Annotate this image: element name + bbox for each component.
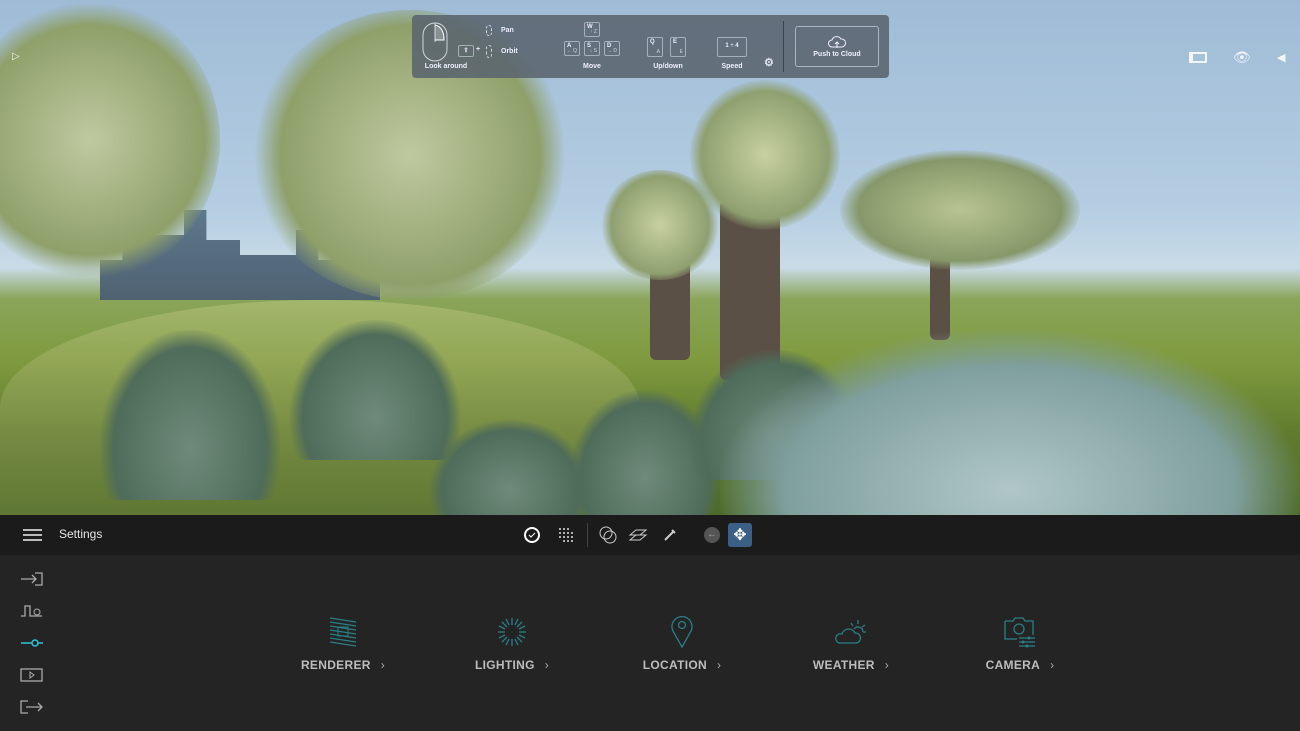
bush xyxy=(430,420,590,515)
move-tool-button[interactable]: ✥ xyxy=(728,523,752,547)
updown-label: Up/down xyxy=(653,63,683,70)
key-a: A ← Q xyxy=(564,41,580,56)
back-button[interactable]: ← xyxy=(700,522,724,548)
sidebar xyxy=(0,555,64,731)
pan-label: Pan xyxy=(501,27,514,34)
category-label: WEATHER xyxy=(812,658,875,672)
import-icon[interactable] xyxy=(20,571,44,587)
expand-panel-icon[interactable]: ▷ xyxy=(12,51,20,62)
key-d: D → D xyxy=(604,41,620,56)
tiles-icon[interactable] xyxy=(625,522,651,548)
overlap-circles-icon[interactable] xyxy=(595,522,621,548)
chevron-right-icon: › xyxy=(544,658,550,672)
menu-icon[interactable] xyxy=(23,529,42,541)
speed-label: Speed xyxy=(721,63,743,70)
gear-icon[interactable]: ⚙ xyxy=(764,56,774,69)
category-icon-wrap xyxy=(278,612,408,652)
navigation-help-panel: Look around Pan ⇧ + Orbit W ↑ Z A ← Q S ↓ S… xyxy=(412,15,889,78)
settings-slider-icon[interactable] xyxy=(20,635,44,651)
icon-part xyxy=(33,608,41,616)
sun-icon xyxy=(498,618,526,646)
divider xyxy=(587,523,588,547)
cloud-upload-icon xyxy=(828,36,846,48)
signal-icon[interactable] xyxy=(20,603,44,619)
collapse-left-icon[interactable]: ◀ xyxy=(1277,51,1285,64)
location-pin-icon xyxy=(671,615,693,649)
category-camera[interactable]: CAMERA › xyxy=(955,612,1085,672)
category-icon-wrap xyxy=(786,612,916,652)
eye-icon[interactable]: 👁 xyxy=(1233,49,1251,66)
grass-tree xyxy=(690,80,840,230)
export-icon[interactable] xyxy=(20,699,44,715)
eyedropper-icon[interactable] xyxy=(657,522,683,548)
bush xyxy=(100,330,280,500)
chevron-right-icon: › xyxy=(1050,658,1055,672)
category-icon-wrap xyxy=(447,612,577,652)
grass-tree xyxy=(840,150,1080,270)
agave-plants xyxy=(720,330,1300,515)
category-label: CAMERA › xyxy=(955,658,1085,672)
grid-dots-icon[interactable] xyxy=(553,522,579,548)
category-label: LIGHTING xyxy=(474,658,535,672)
category-location[interactable]: LOCATION › xyxy=(617,612,747,672)
category-weather[interactable]: WEATHER › xyxy=(786,612,916,672)
category-icon-wrap xyxy=(955,612,1085,652)
key-q: QA xyxy=(647,37,663,57)
category-label: LIGHTING › xyxy=(447,658,577,672)
camera-icon xyxy=(1004,617,1035,648)
key-w: W ↑ Z xyxy=(584,22,600,37)
category-lighting[interactable]: LIGHTING › xyxy=(447,612,577,672)
icon-part: ← xyxy=(704,527,720,543)
status-check-icon[interactable] xyxy=(519,522,545,548)
icon-part xyxy=(23,529,42,531)
mouse-icon xyxy=(422,22,448,62)
renderer-icon xyxy=(329,617,357,647)
category-label: LOCATION xyxy=(642,658,707,672)
chevron-right-icon: › xyxy=(716,658,722,672)
icon-part xyxy=(29,671,35,679)
push-to-cloud-button[interactable]: Push to Cloud xyxy=(795,26,879,67)
chevron-right-icon: › xyxy=(884,658,890,672)
panel-toggle-icon[interactable] xyxy=(1189,52,1207,63)
bush xyxy=(290,320,460,460)
category-renderer[interactable]: RENDERER › xyxy=(278,612,408,672)
video-icon[interactable] xyxy=(20,667,44,683)
category-label: CAMERA xyxy=(985,658,1041,672)
toolbar-title: Settings xyxy=(59,527,103,541)
move-label: Move xyxy=(583,63,601,70)
push-to-cloud-label: Push to Cloud xyxy=(813,51,861,58)
shift-key: ⇧ xyxy=(458,45,474,57)
icon-part xyxy=(23,534,42,536)
plus-label: + xyxy=(476,46,481,53)
mouse-button-icon xyxy=(486,25,492,36)
mouse-button-icon xyxy=(486,45,492,58)
category-label: LOCATION › xyxy=(617,658,747,672)
orbit-label: Orbit xyxy=(501,48,518,55)
divider xyxy=(783,21,784,72)
category-label: WEATHER › xyxy=(786,658,916,672)
category-label: RENDERER › xyxy=(278,658,408,672)
cloud-sun-icon xyxy=(835,620,866,644)
icon-part xyxy=(31,639,39,647)
3d-viewport[interactable]: ▷ Look around Pan ⇧ + Orbit W ↑ Z A ← Q S ↓… xyxy=(0,0,1300,515)
category-icon-wrap xyxy=(617,612,747,652)
icon-part xyxy=(20,700,43,714)
speed-key: 1 ÷ 4 xyxy=(717,37,747,57)
icon-part xyxy=(23,539,42,541)
key-e: EE xyxy=(670,37,686,57)
icon-part xyxy=(21,572,43,586)
bottom-toolbar: Settings ← ✥ xyxy=(0,515,1300,555)
key-s: S ↓ S xyxy=(584,41,600,56)
chevron-right-icon: › xyxy=(380,658,386,672)
category-label: RENDERER xyxy=(300,658,371,672)
look-around-label: Look around xyxy=(424,63,468,70)
icon-part xyxy=(20,668,43,682)
